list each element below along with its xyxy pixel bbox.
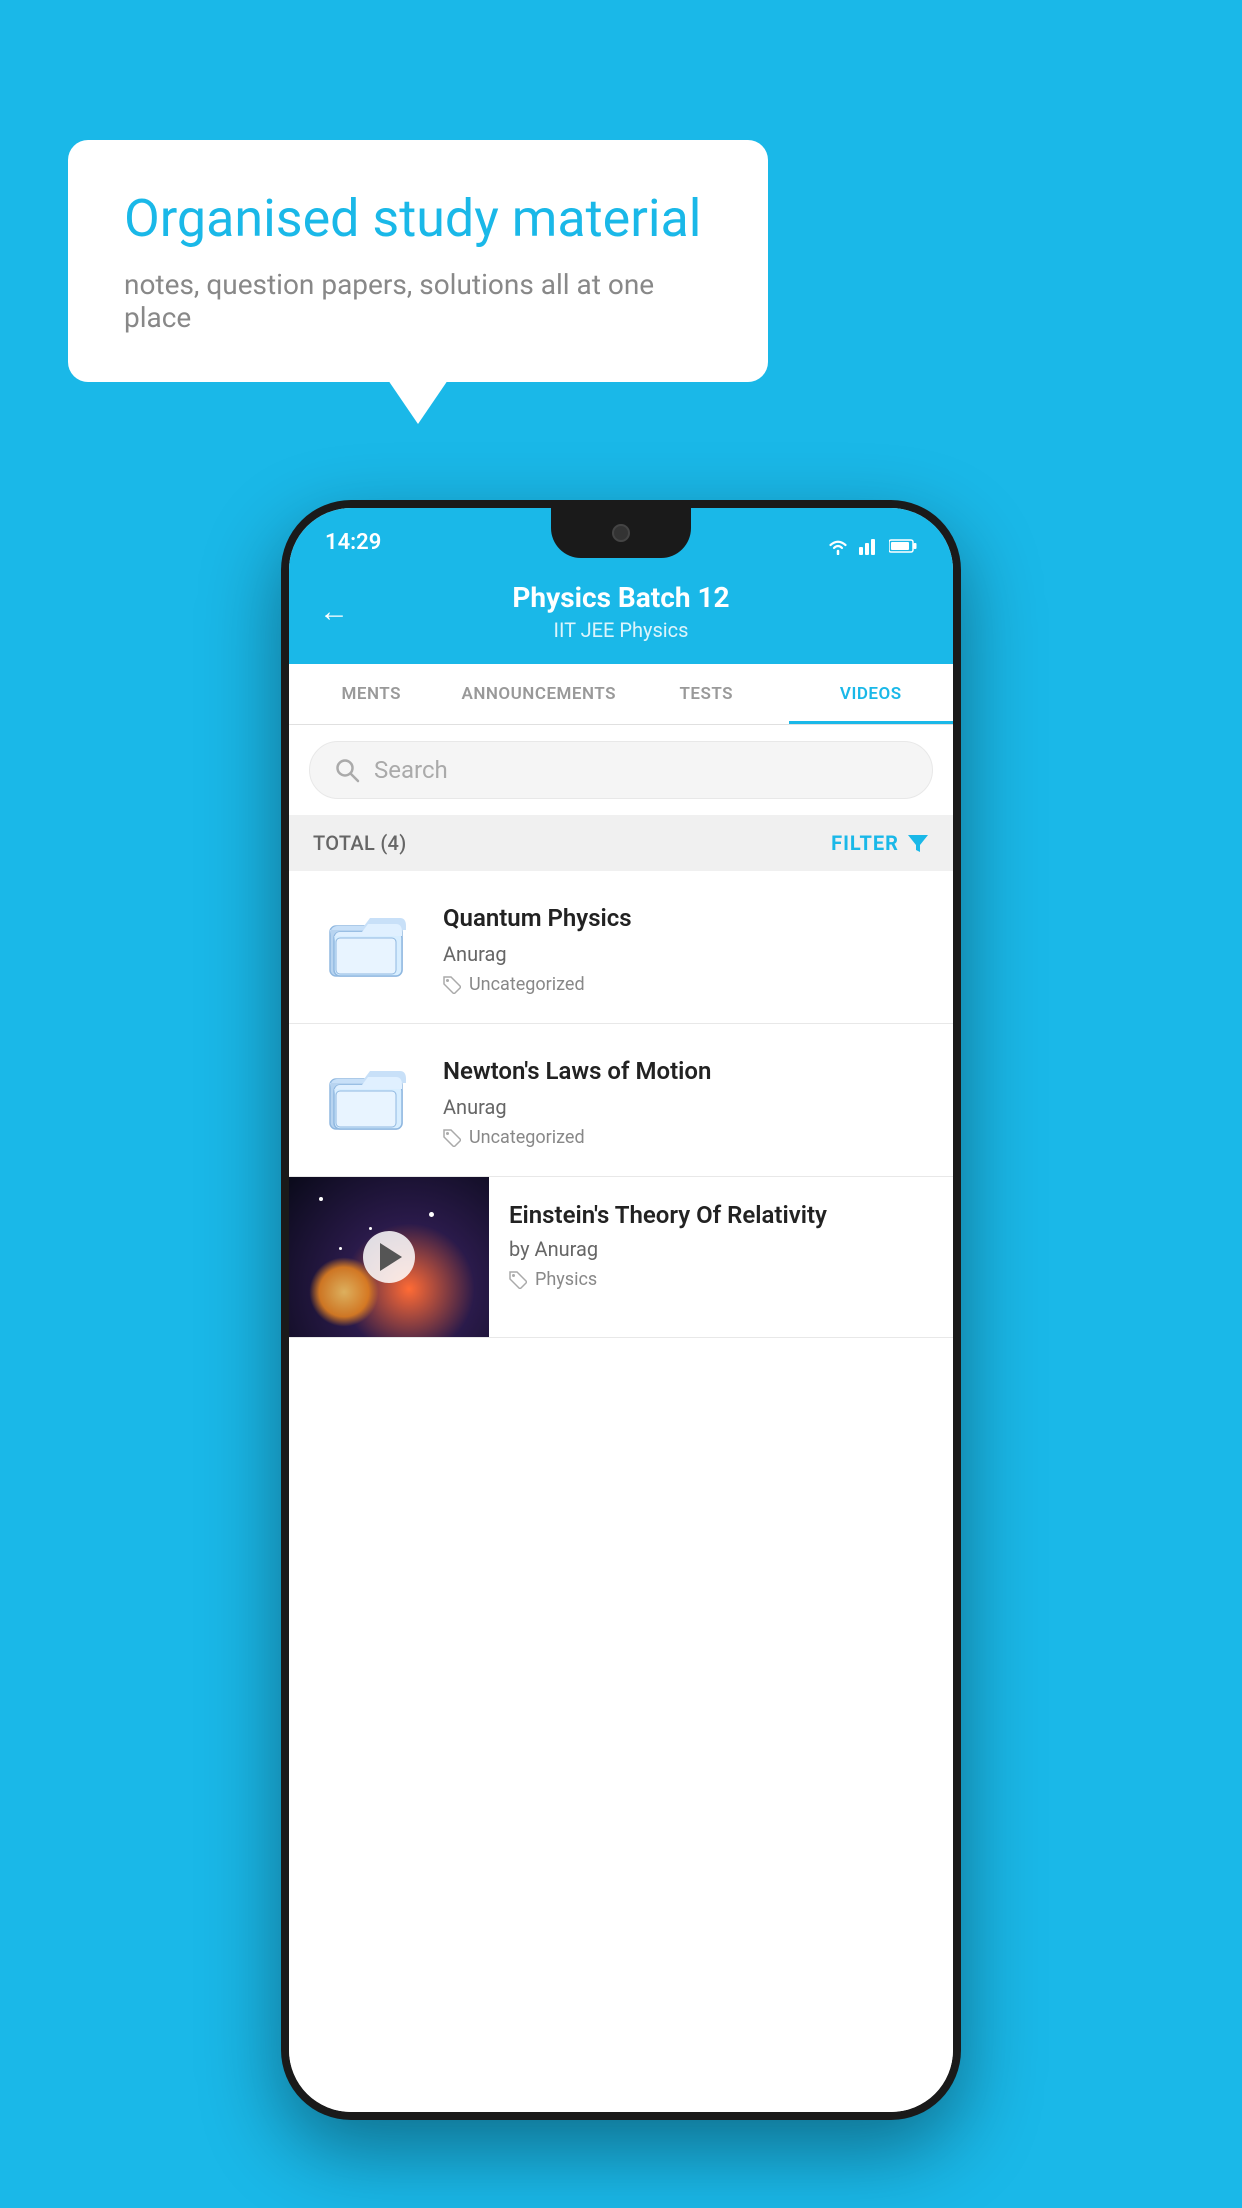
search-bar[interactable]: Search (309, 741, 933, 799)
search-placeholder: Search (374, 756, 448, 784)
video-info: Quantum Physics Anurag Uncategorized (443, 899, 929, 995)
header-subtitle: IIT JEE Physics (369, 618, 873, 642)
video-tag: Physics (509, 1269, 933, 1290)
list-item[interactable]: Newton's Laws of Motion Anurag Uncategor… (289, 1024, 953, 1177)
tab-tests[interactable]: TESTS (624, 664, 789, 724)
video-author: Anurag (443, 942, 929, 966)
folder-icon (328, 1061, 408, 1133)
phone-frame: 14:29 (281, 500, 961, 2120)
phone-notch (551, 508, 691, 558)
folder-icon (328, 908, 408, 980)
tab-ments[interactable]: MENTS (289, 664, 454, 724)
wifi-icon (827, 537, 849, 555)
speech-bubble-section: Organised study material notes, question… (68, 140, 768, 382)
bubble-subtitle: notes, question papers, solutions all at… (124, 268, 712, 334)
video-title: Quantum Physics (443, 903, 929, 934)
filter-icon (907, 833, 929, 853)
signal-icon (859, 537, 879, 555)
status-time: 14:29 (325, 530, 381, 555)
back-button[interactable]: ← (319, 594, 349, 629)
speech-bubble-card: Organised study material notes, question… (68, 140, 768, 382)
video-thumbnail (289, 1177, 489, 1337)
video-author: Anurag (443, 1095, 929, 1119)
filter-bar: TOTAL (4) FILTER (289, 815, 953, 871)
front-camera (612, 524, 630, 542)
tag-icon (443, 1129, 461, 1147)
header-title: Physics Batch 12 (369, 581, 873, 614)
status-icons (827, 537, 917, 555)
video-info: Newton's Laws of Motion Anurag Uncategor… (443, 1052, 929, 1148)
folder-thumbnail (313, 1052, 423, 1142)
video-tag: Uncategorized (443, 974, 929, 995)
search-icon (334, 757, 360, 783)
phone-device: 14:29 (281, 500, 961, 2120)
total-count: TOTAL (4) (313, 831, 407, 855)
list-item[interactable]: Einstein's Theory Of Relativity by Anura… (289, 1177, 953, 1338)
phone-screen: 14:29 (289, 508, 953, 2112)
video-list: Quantum Physics Anurag Uncategorized (289, 871, 953, 2112)
video-author: by Anurag (509, 1237, 933, 1261)
header-title-block: Physics Batch 12 IIT JEE Physics (369, 581, 873, 642)
list-item[interactable]: Quantum Physics Anurag Uncategorized (289, 871, 953, 1024)
app-header: ← Physics Batch 12 IIT JEE Physics (289, 563, 953, 664)
tab-bar: MENTS ANNOUNCEMENTS TESTS VIDEOS (289, 664, 953, 725)
tag-icon (443, 976, 461, 994)
tab-videos[interactable]: VIDEOS (789, 664, 954, 724)
battery-icon (889, 538, 917, 554)
tag-icon (509, 1271, 527, 1289)
search-container: Search (289, 725, 953, 815)
video-title: Einstein's Theory Of Relativity (509, 1201, 933, 1229)
bubble-title: Organised study material (124, 188, 712, 250)
video-title: Newton's Laws of Motion (443, 1056, 929, 1087)
video-tag: Uncategorized (443, 1127, 929, 1148)
play-button[interactable] (363, 1231, 415, 1283)
tab-announcements[interactable]: ANNOUNCEMENTS (454, 664, 624, 724)
play-icon (380, 1243, 402, 1271)
folder-thumbnail (313, 899, 423, 989)
video-info: Einstein's Theory Of Relativity by Anura… (489, 1177, 953, 1314)
filter-button[interactable]: FILTER (831, 831, 929, 855)
